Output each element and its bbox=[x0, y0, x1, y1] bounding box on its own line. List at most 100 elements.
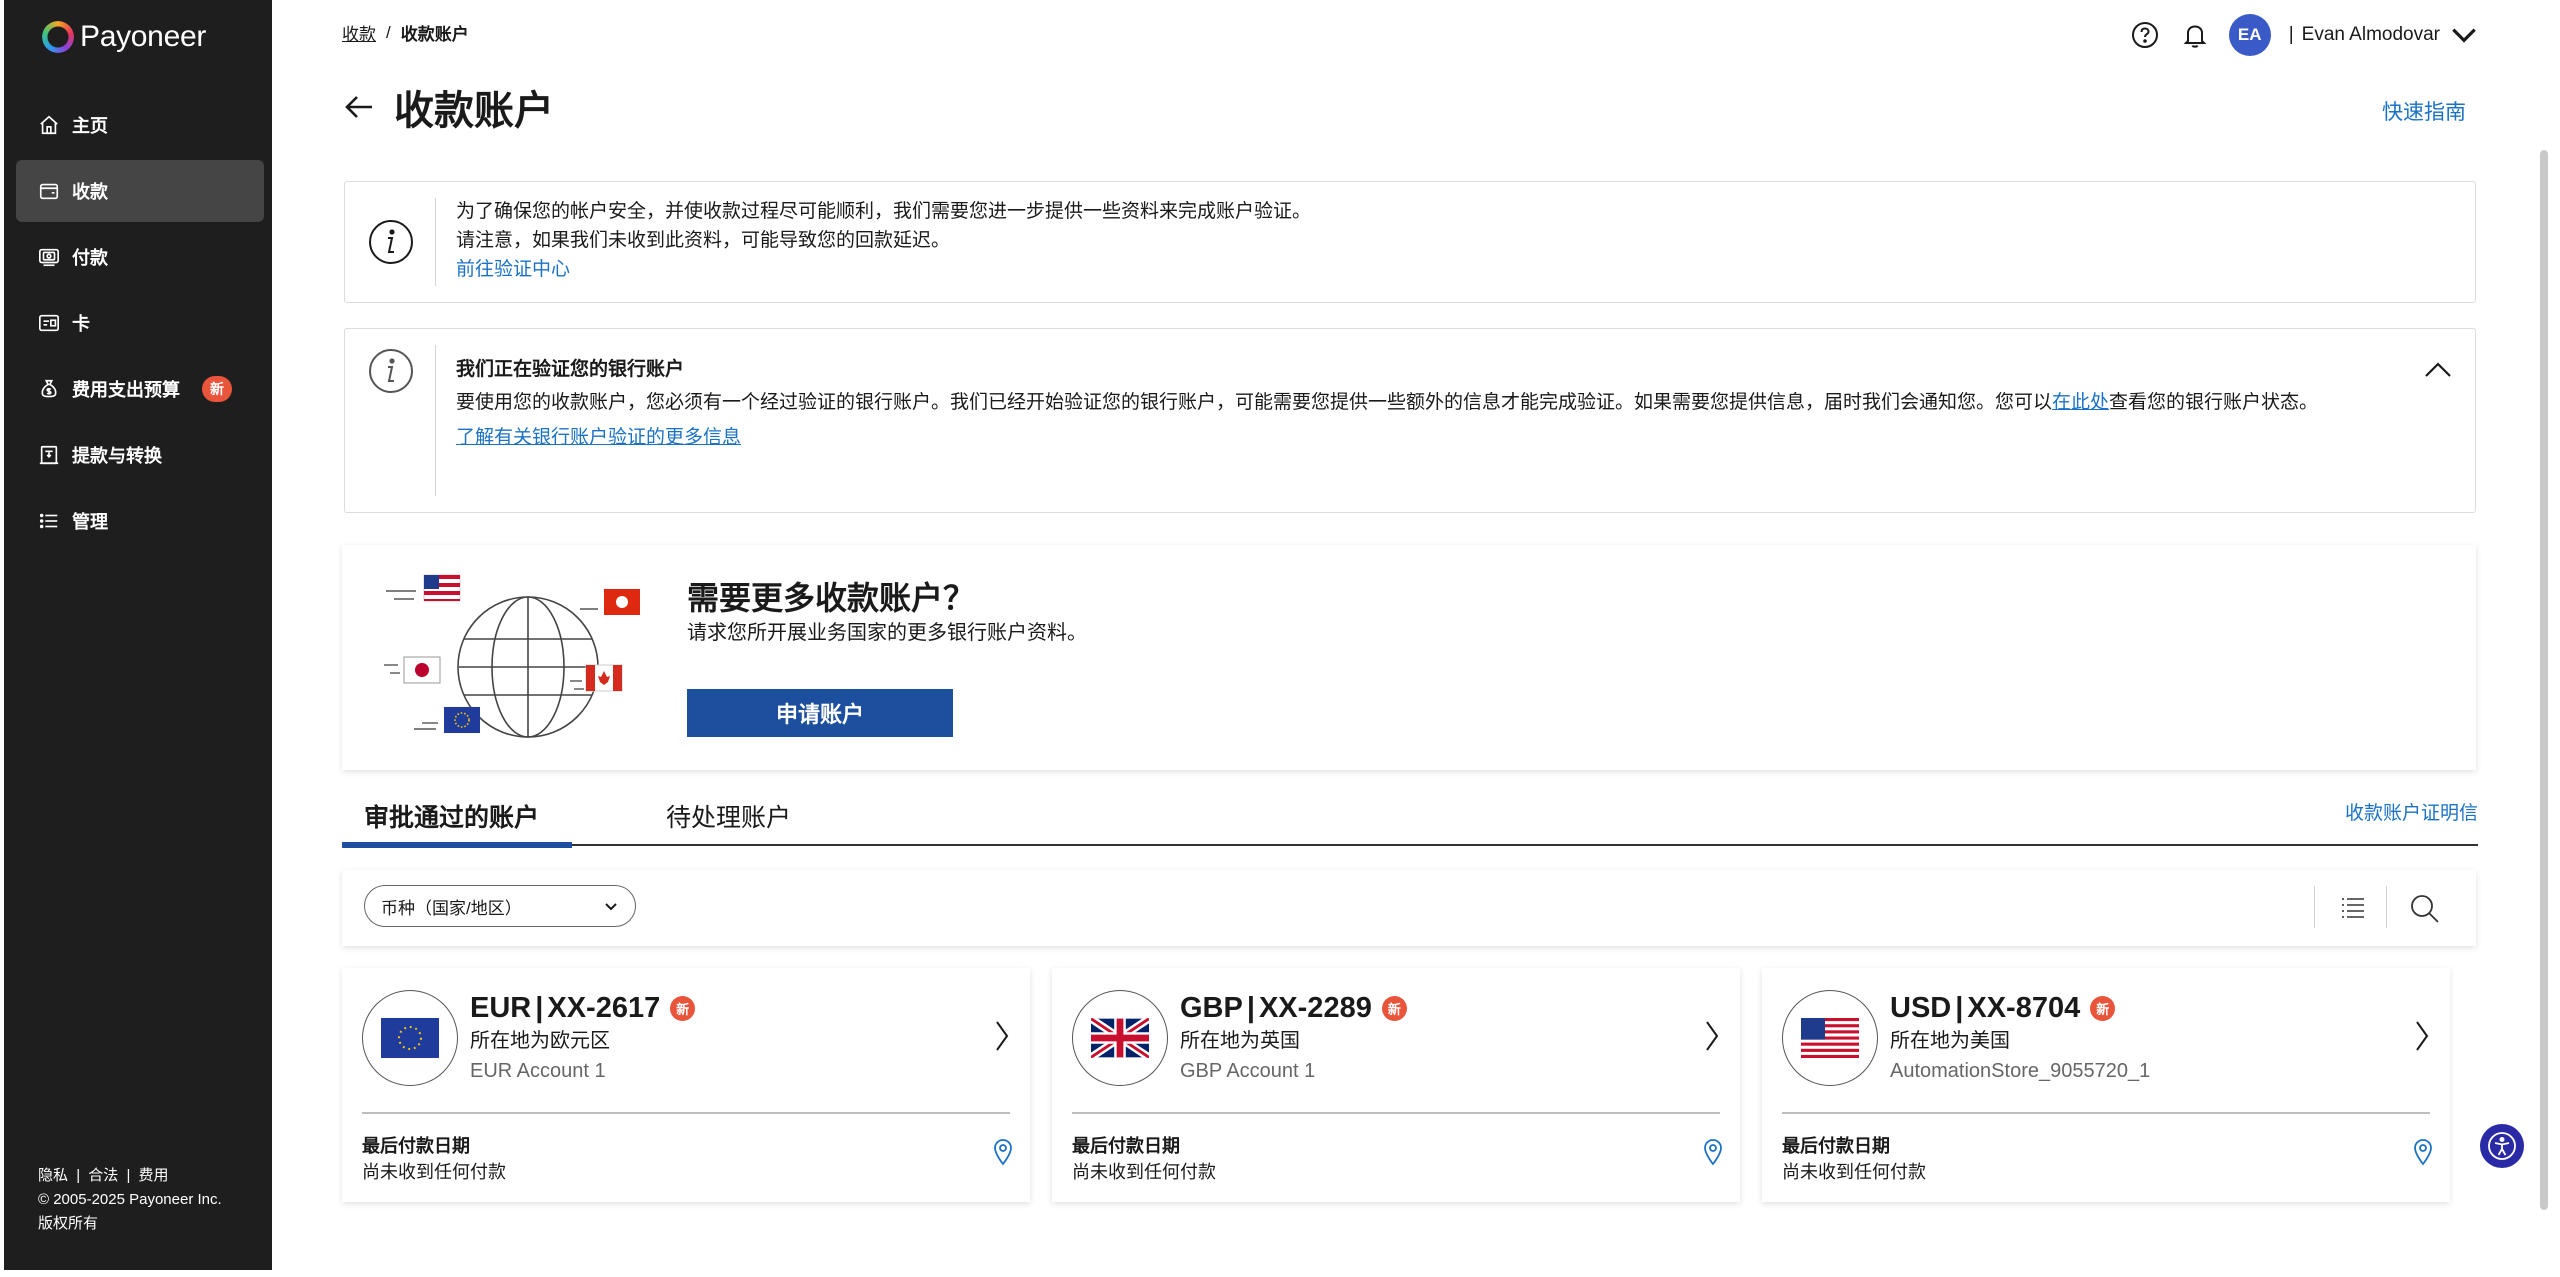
chevron-right-icon[interactable] bbox=[992, 1018, 1012, 1054]
new-badge: 新 bbox=[1381, 996, 1407, 1021]
list-icon bbox=[39, 513, 58, 529]
back-arrow-icon[interactable] bbox=[342, 90, 376, 124]
sidebar-item-label: 付款 bbox=[72, 248, 108, 268]
user-sep: | bbox=[2288, 24, 2294, 45]
account-location: 所在地为英国 bbox=[1180, 1030, 1300, 1052]
last-payment-value: 尚未收到任何付款 bbox=[362, 1162, 506, 1182]
sidebar-item-label: 管理 bbox=[72, 512, 108, 532]
flag-circle bbox=[1072, 990, 1168, 1086]
withdraw-icon bbox=[39, 445, 59, 465]
privacy-link[interactable]: 隐私 bbox=[38, 1167, 68, 1184]
money-bag-icon bbox=[41, 379, 57, 398]
avatar[interactable]: EA bbox=[2228, 14, 2271, 56]
user-menu[interactable]: | Evan Almodovar bbox=[2289, 19, 2480, 51]
chevron-up-icon[interactable] bbox=[2423, 361, 2453, 379]
bank-notice-body: 要使用您的收款账户，您必须有一个经过验证的银行账户。我们已经开始验证您的银行账户… bbox=[456, 388, 2405, 417]
us-flag-icon bbox=[1801, 1018, 1859, 1058]
account-card-eur[interactable]: EUR | XX-2617 新 所在地为欧元区 EUR Account 1 最后付款… bbox=[342, 968, 1030, 1202]
promo-subtitle: 请求您所开展业务国家的更多银行账户资料。 bbox=[687, 622, 1087, 644]
last-payment-label: 最后付款日期 bbox=[1782, 1136, 1890, 1156]
sidebar-item-manage[interactable]: 管理 bbox=[16, 490, 264, 552]
chevron-right-icon[interactable] bbox=[2412, 1018, 2432, 1054]
rights-text: 版权所有 bbox=[38, 1215, 99, 1232]
learn-more-link[interactable]: 了解有关银行账户验证的更多信息 bbox=[456, 423, 741, 452]
info-icon bbox=[369, 220, 413, 264]
sidebar-item-home[interactable]: 主页 bbox=[16, 94, 264, 156]
request-account-button[interactable]: 申请账户 bbox=[687, 689, 953, 737]
account-number: XX-8704 bbox=[1967, 992, 2081, 1024]
card-icon bbox=[39, 314, 59, 332]
chevron-down-icon bbox=[2452, 28, 2476, 43]
account-currency: EUR bbox=[470, 992, 532, 1024]
account-sep: | bbox=[1955, 992, 1964, 1024]
payoneer-logo[interactable]: Payoneer bbox=[42, 20, 206, 54]
breadcrumb: 收款 / 收款账户 bbox=[342, 20, 469, 45]
flag-circle bbox=[1782, 990, 1878, 1086]
verification-notice: 为了确保您的帐户安全，并使收款过程尽可能顺利，我们需要您进一步提供一些资料来完成… bbox=[344, 181, 2476, 303]
bank-notice-body-text-end: 查看您的银行账户状态。 bbox=[2109, 392, 2319, 413]
sidebar-item-label: 卡 bbox=[72, 314, 90, 334]
account-sep: | bbox=[535, 992, 544, 1024]
ca-flag-small-icon bbox=[585, 664, 623, 692]
page-title-row: 收款账户 bbox=[342, 78, 554, 136]
list-view-icon[interactable] bbox=[2336, 892, 2368, 924]
last-payment-label: 最后付款日期 bbox=[362, 1136, 470, 1156]
currency-select[interactable]: 币种（国家/地区） bbox=[364, 885, 636, 927]
account-title: USD | XX-8704 新 bbox=[1890, 992, 2116, 1025]
bank-notice-body-text: 要使用您的收款账户，您必须有一个经过验证的银行账户。我们已经开始验证您的银行账户… bbox=[456, 392, 2053, 413]
accessibility-button[interactable] bbox=[2480, 1124, 2524, 1168]
account-certificate-link[interactable]: 收款账户证明信 bbox=[2345, 798, 2478, 825]
header-actions: EA | Evan Almodovar bbox=[2129, 14, 2480, 56]
active-tab-indicator bbox=[342, 842, 572, 848]
accessibility-icon bbox=[2488, 1132, 2516, 1160]
search-icon[interactable] bbox=[2408, 892, 2440, 924]
sidebar-item-label: 提款与转换 bbox=[72, 446, 162, 466]
eu-flag-icon bbox=[381, 1018, 439, 1058]
promo-title: 需要更多收款账户？ bbox=[687, 580, 976, 616]
here-link[interactable]: 在此处 bbox=[2052, 392, 2109, 413]
bell-icon[interactable] bbox=[2179, 19, 2211, 51]
sidebar-item-withdraw[interactable]: 提款与转换 bbox=[16, 424, 264, 486]
chevron-right-icon[interactable] bbox=[1702, 1018, 1722, 1054]
account-number: XX-2617 bbox=[547, 992, 661, 1024]
sidebar-item-pay[interactable]: 付款 bbox=[16, 226, 264, 288]
account-name: EUR Account 1 bbox=[470, 1060, 606, 1082]
payment-icon bbox=[39, 248, 59, 267]
account-number: XX-2289 bbox=[1258, 992, 1372, 1024]
account-name: GBP Account 1 bbox=[1180, 1060, 1316, 1082]
sidebar-item-card[interactable]: 卡 bbox=[16, 292, 264, 354]
info-icon bbox=[369, 349, 413, 393]
hk-flag-small-icon bbox=[604, 589, 640, 615]
help-icon[interactable] bbox=[2129, 19, 2161, 51]
account-tabs: 审批通过的账户 待处理账户 收款账户证明信 bbox=[342, 790, 2478, 848]
location-pin-icon[interactable] bbox=[2412, 1138, 2434, 1166]
bank-notice-title: 我们正在验证您的银行账户 bbox=[456, 359, 685, 380]
account-location: 所在地为美国 bbox=[1890, 1030, 2010, 1052]
last-payment-label: 最后付款日期 bbox=[1072, 1136, 1180, 1156]
location-pin-icon[interactable] bbox=[992, 1138, 1014, 1166]
verification-center-link[interactable]: 前往验证中心 bbox=[456, 259, 570, 280]
quick-guide-link[interactable]: 快速指南 bbox=[2382, 96, 2466, 126]
scrollbar[interactable] bbox=[2540, 150, 2548, 1210]
sidebar-item-label: 收款 bbox=[72, 182, 108, 202]
sidebar-nav: 主页 收款 付款 卡 费用支出预算 新 提款与转换 管理 bbox=[16, 94, 264, 556]
jp-flag-small-icon bbox=[403, 656, 441, 684]
sidebar-item-budget[interactable]: 费用支出预算 新 bbox=[16, 358, 264, 420]
fees-link[interactable]: 费用 bbox=[139, 1167, 169, 1184]
sidebar-item-label: 费用支出预算 bbox=[72, 380, 180, 400]
account-name: AutomationStore_9055720_1 bbox=[1890, 1060, 2151, 1082]
notice-line-1: 为了确保您的帐户安全，并使收款过程尽可能顺利，我们需要您进一步提供一些资料来完成… bbox=[456, 201, 1312, 222]
account-card-usd[interactable]: USD | XX-8704 新 所在地为美国 AutomationStore_905… bbox=[1762, 968, 2450, 1202]
sidebar-item-receive[interactable]: 收款 bbox=[16, 160, 264, 222]
tab-approved[interactable]: 审批通过的账户 bbox=[364, 798, 539, 834]
new-badge: 新 bbox=[2090, 996, 2116, 1021]
breadcrumb-parent-link[interactable]: 收款 bbox=[342, 20, 376, 45]
account-card-gbp[interactable]: GBP | XX-2289 新 所在地为英国 GBP Account 1 最后付款日… bbox=[1052, 968, 1740, 1202]
new-badge: 新 bbox=[202, 376, 232, 402]
breadcrumb-current: 收款账户 bbox=[400, 25, 469, 44]
sidebar-item-label: 主页 bbox=[72, 116, 108, 136]
breadcrumb-sep: / bbox=[386, 22, 391, 42]
tab-pending[interactable]: 待处理账户 bbox=[666, 798, 791, 834]
legal-link[interactable]: 合法 bbox=[88, 1167, 118, 1184]
location-pin-icon[interactable] bbox=[1702, 1138, 1724, 1166]
